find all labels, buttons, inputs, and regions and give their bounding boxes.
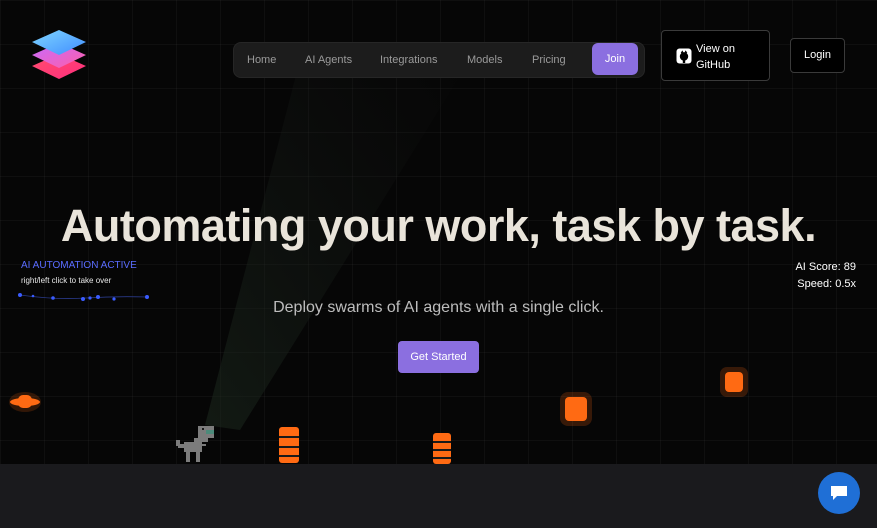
nav-item-pricing[interactable]: Pricing bbox=[532, 43, 566, 77]
nav-item-integrations[interactable]: Integrations bbox=[380, 43, 437, 77]
join-button[interactable]: Join bbox=[592, 43, 638, 75]
floating-block-obstacle bbox=[560, 392, 592, 426]
game-ground bbox=[0, 464, 877, 528]
dino-character bbox=[176, 426, 214, 462]
get-started-button[interactable]: Get Started bbox=[398, 341, 479, 373]
barrel-obstacle bbox=[433, 433, 451, 464]
ai-takeover-hint: right/left click to take over bbox=[21, 276, 112, 285]
nav-item-home[interactable]: Home bbox=[247, 43, 276, 77]
floating-block-obstacle bbox=[720, 367, 748, 397]
barrel-obstacle bbox=[279, 427, 299, 463]
ai-trajectory-dots bbox=[18, 293, 149, 301]
github-icon bbox=[676, 48, 692, 64]
ufo-obstacle bbox=[9, 392, 41, 412]
hero-headline: Automating your work, task by task. bbox=[60, 200, 817, 251]
main-nav: Home AI Agents Integrations Models Prici… bbox=[233, 42, 645, 78]
game-stats: AI Score: 89 Speed: 0.5x bbox=[795, 259, 856, 293]
ai-status-label: AI AUTOMATION ACTIVE bbox=[21, 260, 137, 271]
layered-stack-logo[interactable] bbox=[28, 24, 90, 86]
chat-button[interactable] bbox=[818, 472, 860, 514]
view-on-github-button[interactable]: View on GitHub bbox=[661, 30, 770, 81]
github-label: View on GitHub bbox=[696, 43, 735, 71]
nav-item-ai-agents[interactable]: AI Agents bbox=[305, 43, 352, 77]
speed-label: Speed: 0.5x bbox=[797, 278, 856, 290]
landing-page: Home AI Agents Integrations Models Prici… bbox=[0, 0, 877, 528]
login-button[interactable]: Login bbox=[790, 38, 845, 73]
ai-score-label: AI Score: 89 bbox=[795, 261, 856, 273]
nav-item-models[interactable]: Models bbox=[467, 43, 502, 77]
chat-bubble-icon bbox=[831, 486, 847, 500]
